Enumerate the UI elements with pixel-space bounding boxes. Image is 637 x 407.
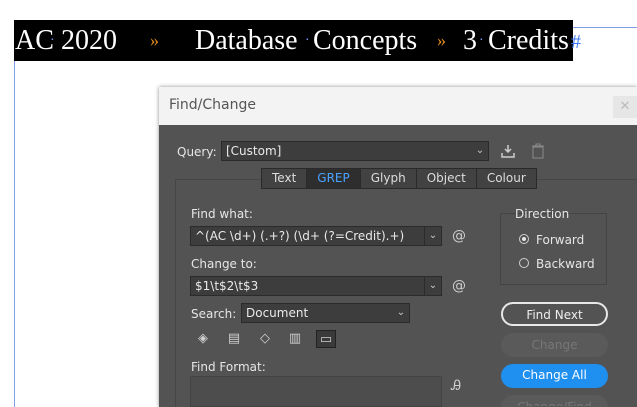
end-of-story-marker: # bbox=[571, 31, 581, 53]
close-button[interactable]: ✕ bbox=[613, 96, 637, 118]
tab-colour[interactable]: Colour bbox=[477, 169, 536, 188]
search-scope-value: Document bbox=[246, 306, 309, 320]
find-what-value: ^(AC \d+) (.+?) (\d+ (?=Credit).+) bbox=[195, 229, 405, 243]
document-heading: AC · 2020 » Database · Concepts » 3 · Cr… bbox=[14, 20, 573, 61]
special-characters-icon[interactable]: @ bbox=[452, 278, 466, 294]
query-value: [Custom] bbox=[226, 144, 282, 158]
direction-label: Direction bbox=[515, 207, 570, 221]
space-marker: · bbox=[50, 33, 55, 48]
chevron-down-icon: ⌄ bbox=[396, 307, 406, 318]
backward-radio[interactable] bbox=[519, 258, 529, 268]
delete-query-icon[interactable] bbox=[531, 143, 545, 159]
change-all-button[interactable]: Change All bbox=[501, 364, 608, 388]
include-master-pages-icon[interactable]: ▥ bbox=[285, 330, 305, 348]
space-marker: · bbox=[305, 33, 310, 48]
save-query-icon[interactable] bbox=[500, 143, 516, 159]
find-format-label: Find Format: bbox=[191, 360, 266, 374]
forward-label: Forward bbox=[536, 233, 585, 247]
change-find-button[interactable]: Change/Find bbox=[501, 395, 608, 407]
query-label: Query: bbox=[177, 145, 217, 159]
find-what-input[interactable]: ^(AC \d+) (.+?) (\d+ (?=Credit).+) ⌄ bbox=[190, 226, 442, 246]
include-locked-stories-icon[interactable]: ▤ bbox=[224, 330, 244, 348]
change-to-value: $1\t$2\t$3 bbox=[195, 279, 259, 293]
search-label: Search: bbox=[191, 307, 237, 321]
tab-grep[interactable]: GREP bbox=[307, 169, 361, 188]
include-hidden-layers-icon[interactable]: ◇ bbox=[255, 330, 275, 348]
tab-text[interactable]: Text bbox=[262, 169, 308, 188]
search-scope-select[interactable]: Document ⌄ bbox=[241, 303, 410, 323]
space-marker: · bbox=[479, 33, 484, 48]
chevron-down-icon[interactable]: ⌄ bbox=[424, 227, 441, 245]
heading-word: 3 bbox=[463, 25, 477, 56]
search-type-tabs: Text GREP Glyph Object Colour bbox=[261, 168, 537, 189]
chevron-down-icon[interactable]: ⌄ bbox=[424, 277, 441, 295]
tab-object[interactable]: Object bbox=[417, 169, 477, 188]
heading-separator: » bbox=[150, 30, 159, 50]
heading-word: Concepts bbox=[313, 25, 418, 56]
include-locked-layers-icon[interactable]: ◈ bbox=[193, 330, 213, 348]
dialog-title: Find/Change bbox=[169, 97, 257, 113]
find-next-button[interactable]: Find Next bbox=[501, 302, 608, 326]
find-format-box[interactable] bbox=[190, 376, 442, 407]
find-what-label: Find what: bbox=[191, 207, 253, 221]
heading-word: AC bbox=[15, 25, 54, 56]
change-to-label: Change to: bbox=[191, 257, 257, 271]
heading-word: Database bbox=[195, 25, 298, 56]
change-to-input[interactable]: $1\t$2\t$3 ⌄ bbox=[190, 276, 442, 296]
heading-word: 2020 bbox=[61, 25, 117, 56]
query-select[interactable]: [Custom] ⌄ bbox=[221, 141, 489, 161]
specify-format-icon[interactable]: Ꭿ bbox=[451, 378, 461, 394]
special-characters-icon[interactable]: @ bbox=[452, 228, 466, 244]
chevron-down-icon: ⌄ bbox=[475, 145, 485, 156]
heading-word: Credits bbox=[488, 25, 569, 56]
margin-guide-left bbox=[14, 27, 15, 407]
tab-glyph[interactable]: Glyph bbox=[361, 169, 417, 188]
include-footnotes-icon[interactable]: ▭ bbox=[316, 330, 336, 348]
heading-separator: » bbox=[437, 30, 446, 50]
forward-radio[interactable] bbox=[519, 234, 529, 244]
direction-group bbox=[500, 213, 607, 285]
dialog-titlebar[interactable]: Find/Change ✕ bbox=[159, 87, 637, 125]
change-button[interactable]: Change bbox=[501, 333, 608, 357]
find-change-dialog: Find/Change ✕ Query: [Custom] ⌄ Text GRE… bbox=[159, 87, 637, 407]
backward-label: Backward bbox=[536, 257, 595, 271]
